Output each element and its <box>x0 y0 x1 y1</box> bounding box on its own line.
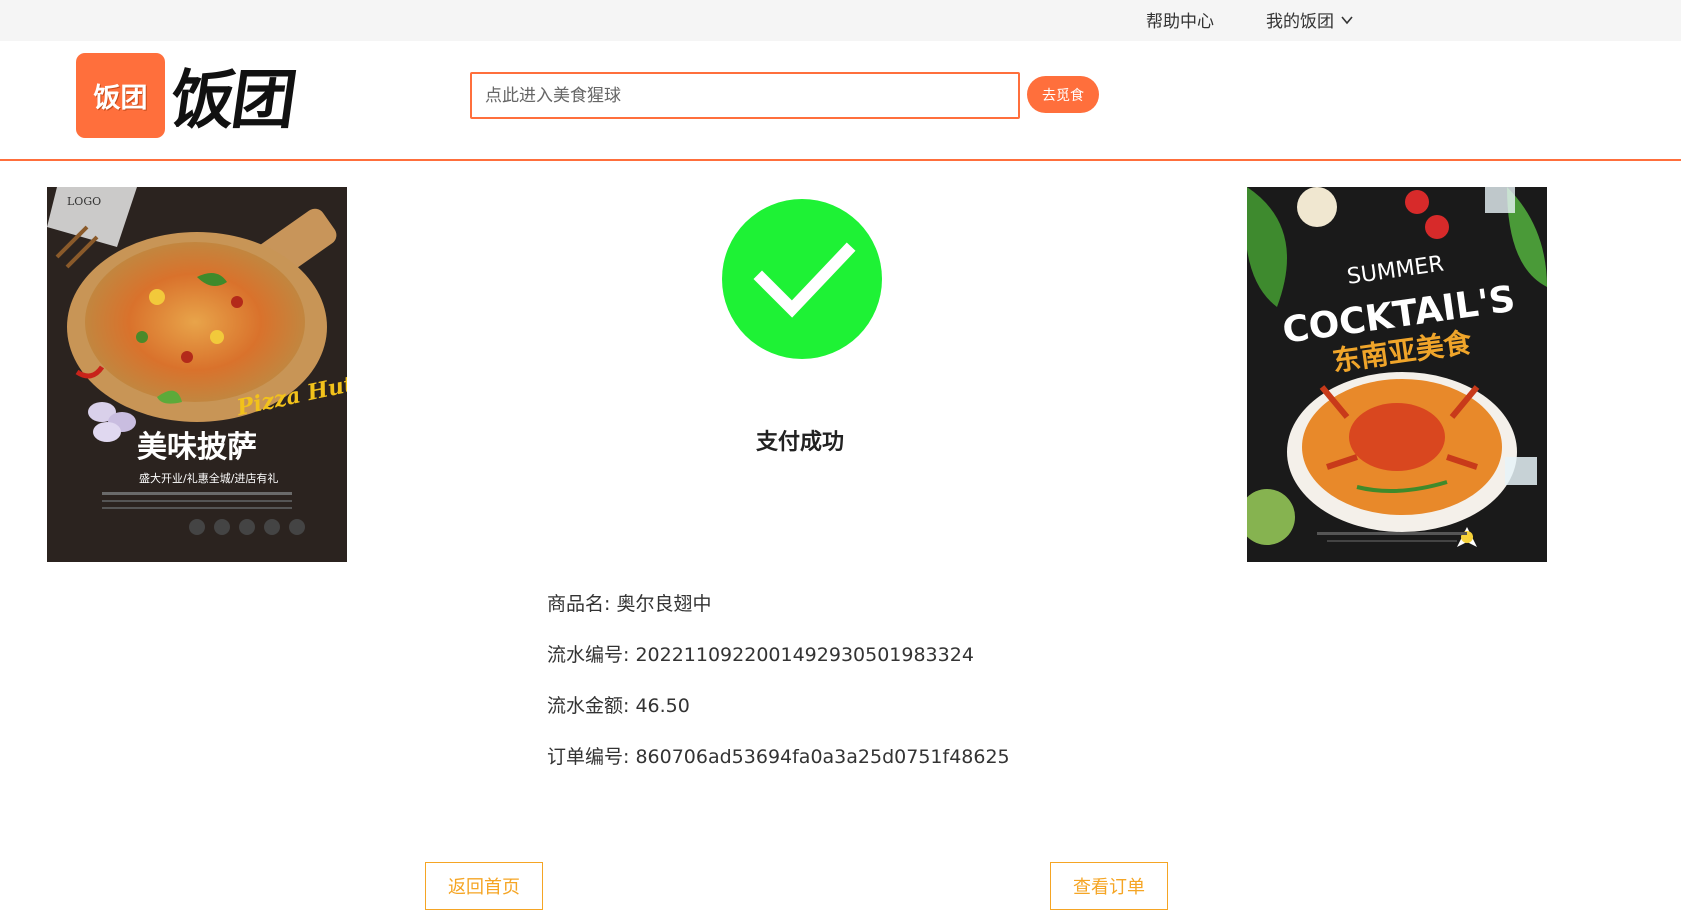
amount-text: 流水金额: 46.50 <box>547 695 690 717</box>
logo-badge-text: 饭团 <box>93 83 148 114</box>
top-bar: 帮助中心 我的饭团 <box>0 0 1681 41</box>
view-order-button[interactable]: 查看订单 <box>1050 862 1168 910</box>
payment-success-title: 支付成功 <box>755 430 844 455</box>
pizza-poster-image[interactable]: LOGO Pizza Hut 美味披萨 盛大开业/礼惠全城/进店有礼 <box>47 187 347 562</box>
product-name-text: 商品名: 奥尔良翅中 <box>547 593 712 615</box>
poster-subtitle-text: 盛大开业/礼惠全城/进店有礼 <box>139 471 278 485</box>
poster-title-text: 美味披萨 <box>137 430 257 465</box>
logo-badge[interactable]: 饭团 <box>76 53 165 138</box>
pizza-poster-graphic: LOGO Pizza Hut 美味披萨 盛大开业/礼惠全城/进店有礼 <box>47 187 347 562</box>
header: 饭团 饭团 去觅食 <box>0 41 1681 161</box>
my-account-label: 我的饭团 <box>1266 12 1334 32</box>
my-account-menu[interactable]: 我的饭团 <box>1266 7 1354 32</box>
check-circle-icon <box>722 199 882 359</box>
order-number-text: 订单编号: 860706ad53694fa0a3a25d0751f48625 <box>547 746 1010 768</box>
return-home-button[interactable]: 返回首页 <box>425 862 543 910</box>
help-center-link[interactable]: 帮助中心 <box>1146 7 1214 32</box>
chevron-down-icon <box>1341 15 1353 24</box>
poster-logo-label: LOGO <box>67 195 101 208</box>
search-button[interactable]: 去觅食 <box>1027 76 1099 113</box>
search-input[interactable] <box>470 72 1020 119</box>
logo-text: 饭团 <box>165 63 299 138</box>
cocktail-poster-graphic: SUMMER COCKTAIL'S 东南亚美食 <box>1247 187 1547 562</box>
serial-number-text: 流水编号: 2022110922001492930501983324 <box>547 644 974 666</box>
cocktail-poster-image[interactable]: SUMMER COCKTAIL'S 东南亚美食 <box>1247 187 1547 562</box>
